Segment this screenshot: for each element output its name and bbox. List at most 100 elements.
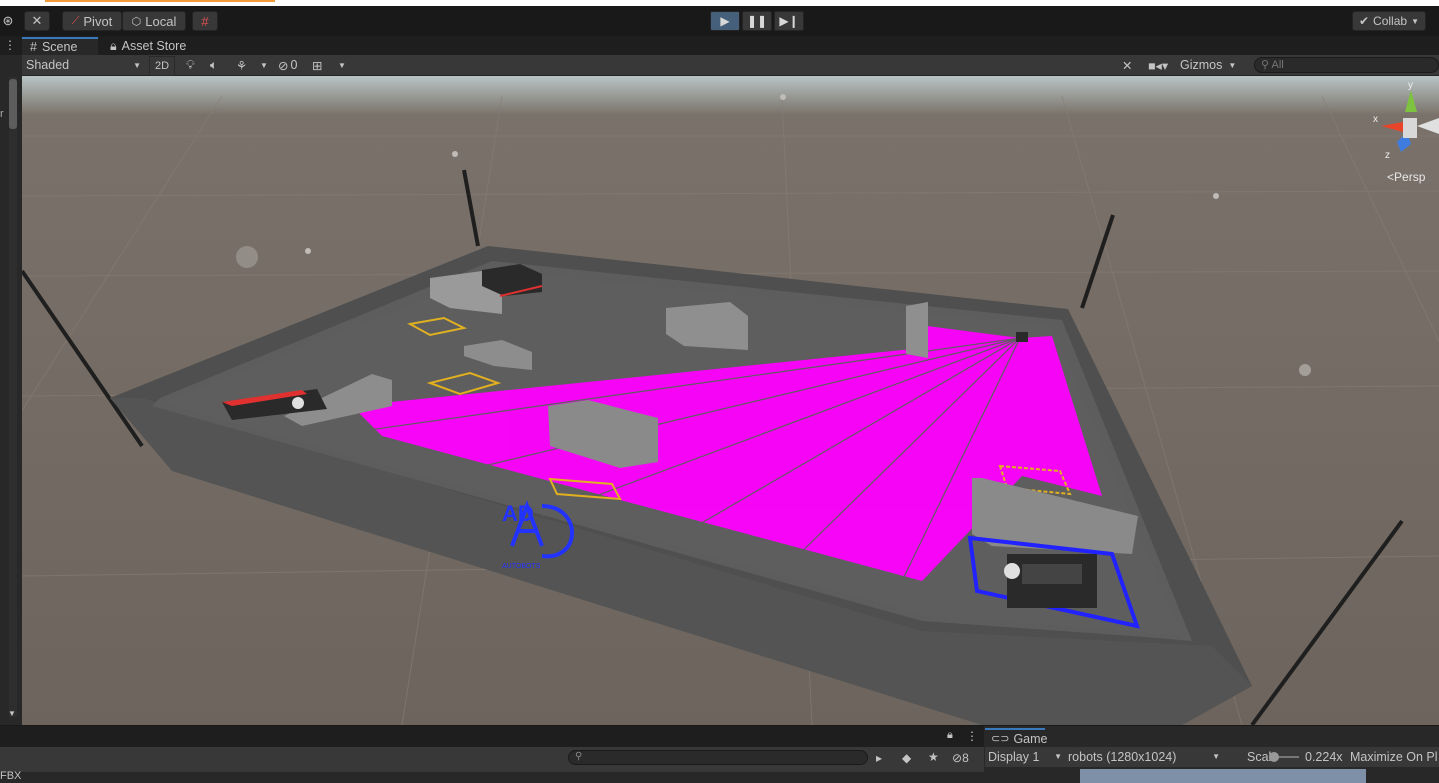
- panel-menu-icon[interactable]: ⋮: [4, 38, 16, 52]
- hidden-count: 8: [962, 751, 969, 765]
- project-search-input[interactable]: ⚲: [568, 750, 868, 765]
- maximize-toggle[interactable]: Maximize On Pl: [1350, 750, 1438, 764]
- tab-game-label: Game: [1013, 731, 1048, 746]
- light-probe: [236, 246, 258, 268]
- left-scrollbar-thumb[interactable]: [9, 79, 17, 129]
- game-render: [1080, 769, 1366, 783]
- tab-scene-label: Scene: [41, 40, 78, 54]
- shading-mode-label: Shaded: [26, 58, 70, 72]
- step-button[interactable]: ▶❙: [774, 11, 804, 31]
- main-toolbar: ⊛ ✕ ⟋ Pivot ⬡ Local # ▶ ❚❚ ▶❙ ✔ Collab ▼: [0, 6, 1439, 36]
- star-icon[interactable]: ★: [928, 750, 939, 764]
- lighting-icon[interactable]: 💡︎: [186, 56, 195, 74]
- tools-icon[interactable]: ✕: [24, 11, 50, 31]
- scene-viewport[interactable]: AD AUTOBOTS y x z <Persp: [22, 76, 1439, 725]
- pause-button[interactable]: ❚❚: [742, 11, 772, 31]
- gizmo-z-label: z: [1385, 150, 1390, 161]
- gizmos-dropdown[interactable]: Gizmos ▼: [1180, 56, 1246, 74]
- pivot-icon: ⟋: [71, 14, 80, 27]
- pivot-label: Pivot: [83, 13, 113, 29]
- eye-slash-icon: ⊘: [952, 751, 963, 765]
- tab-asset-store-label: Asset Store: [121, 39, 187, 53]
- display-dropdown[interactable]: Display 1 ▼: [988, 750, 1062, 764]
- grid-icon[interactable]: ⊞: [312, 56, 322, 74]
- chevron-down-icon[interactable]: ▼: [260, 56, 268, 74]
- scene-tab-bar: ⋮ # Scene 🔒︎ Asset Store: [0, 36, 1439, 55]
- tab-scene[interactable]: # Scene: [22, 37, 98, 55]
- chevron-down-icon: ▼: [133, 60, 141, 70]
- check-icon: ✔: [1358, 14, 1370, 28]
- label-icon[interactable]: ◆: [902, 751, 911, 765]
- hidden-toggle[interactable]: ⊘8: [952, 751, 969, 765]
- create-icon[interactable]: ▸: [876, 751, 882, 765]
- local-label: Local: [145, 13, 177, 29]
- game-view[interactable]: [985, 767, 1439, 783]
- persp-icon: <: [1387, 170, 1395, 184]
- grid-snap-button[interactable]: #: [192, 11, 218, 31]
- tab-game[interactable]: ⊂⊃ Game: [985, 728, 1048, 747]
- gamepad-icon: ⊂⊃: [991, 733, 1010, 745]
- light-probe: [305, 248, 311, 254]
- chevron-down-icon: ▼: [1228, 60, 1237, 70]
- camera-icon[interactable]: ■◂▾: [1148, 56, 1168, 74]
- scene-render[interactable]: AD AUTOBOTS: [22, 76, 1439, 725]
- left-panel-text: r: [0, 108, 4, 120]
- eye-slash-icon: ⊘: [278, 58, 289, 73]
- search-placeholder: All: [1271, 59, 1284, 71]
- hand-tool-icon[interactable]: ⊛: [0, 11, 18, 31]
- gizmo-y-label: y: [1408, 80, 1413, 91]
- light-probe: [1299, 364, 1311, 376]
- shading-mode-dropdown[interactable]: Shaded ▼: [26, 56, 141, 74]
- collab-label: Collab: [1373, 14, 1408, 28]
- light-probe: [780, 94, 786, 100]
- scene-search-input[interactable]: ⚲ All: [1254, 57, 1439, 73]
- mode-2d-toggle[interactable]: 2D: [149, 56, 175, 76]
- projection-label: Persp: [1394, 170, 1426, 184]
- effects-icon[interactable]: ⚘: [236, 56, 247, 74]
- play-button[interactable]: ▶: [710, 11, 740, 31]
- search-icon: ⚲: [1261, 59, 1270, 71]
- project-header: 🔒︎ ⋮: [0, 726, 984, 747]
- title-progress: [45, 0, 275, 2]
- lidar-sensor: [1016, 332, 1028, 342]
- tools-settings-icon[interactable]: ✕: [1122, 56, 1132, 74]
- arena-logo-subtitle: AUTOBOTS: [502, 563, 541, 570]
- scroll-down-icon[interactable]: ▼: [8, 709, 16, 718]
- panel-menu-icon[interactable]: ⋮: [966, 729, 978, 743]
- scale-value: 0.224x: [1305, 750, 1343, 764]
- scene-toolbar: Shaded ▼ 2D 💡︎ 🔈︎ ⚘ ▼ ⊘ 0 ⊞ ▼ ✕ ■◂▾ Gizm…: [22, 55, 1439, 76]
- resolution-dropdown[interactable]: robots (1280x1024) ▼: [1068, 750, 1220, 764]
- mode-2d-label: 2D: [154, 60, 170, 72]
- orientation-gizmo[interactable]: y x z <Persp: [1367, 80, 1439, 192]
- axis-gizmo-icon[interactable]: [1367, 82, 1439, 172]
- arena-logo-text: AD: [502, 501, 534, 526]
- local-button[interactable]: ⬡ Local: [122, 11, 186, 31]
- local-icon: ⬡: [131, 15, 142, 28]
- chevron-down-icon: ▼: [1212, 752, 1220, 761]
- chevron-down-icon: ▼: [1054, 752, 1062, 761]
- scale-slider-thumb[interactable]: [1269, 752, 1279, 762]
- collab-button[interactable]: ✔ Collab ▼: [1352, 11, 1426, 31]
- search-icon: ⚲: [575, 751, 583, 762]
- light-probe: [452, 151, 458, 157]
- gizmo-x-label: x: [1373, 114, 1378, 125]
- resolution-label: robots (1280x1024): [1068, 750, 1177, 764]
- chevron-down-icon[interactable]: ▼: [338, 56, 346, 74]
- bag-icon: 🔒︎: [110, 38, 117, 53]
- projection-toggle[interactable]: <Persp: [1387, 170, 1425, 184]
- light-probe: [1213, 193, 1219, 199]
- robot-blue: [1004, 554, 1097, 608]
- audio-icon[interactable]: 🔈︎: [210, 56, 218, 74]
- left-panel-strip: r ▼: [0, 55, 22, 725]
- left-scrollbar[interactable]: [9, 77, 17, 717]
- tab-asset-store[interactable]: 🔒︎ Asset Store: [102, 37, 202, 55]
- hidden-count: 0: [290, 58, 298, 72]
- lock-icon[interactable]: 🔒︎: [947, 729, 953, 742]
- display-label: Display 1: [988, 750, 1040, 764]
- pivot-button[interactable]: ⟋ Pivot: [62, 11, 122, 31]
- project-item[interactable]: FBX: [0, 770, 21, 782]
- hidden-objects-toggle[interactable]: ⊘ 0: [278, 56, 297, 74]
- game-toolbar: Display 1 ▼ robots (1280x1024) ▼ Scale 0…: [985, 747, 1439, 767]
- chevron-down-icon: ▼: [1411, 16, 1419, 26]
- gizmos-label: Gizmos: [1180, 58, 1223, 72]
